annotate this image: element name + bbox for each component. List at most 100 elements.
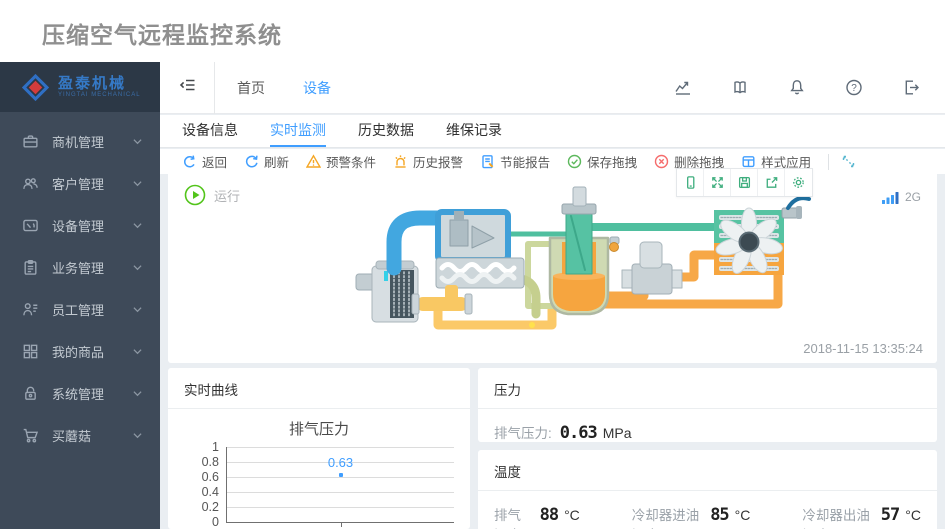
briefcase-icon	[22, 133, 39, 150]
svg-text:?: ?	[851, 83, 857, 94]
save-drag-button[interactable]: 保存拖拽	[567, 152, 637, 171]
divider	[828, 153, 830, 170]
tabs-bar: 设备信息 实时监测 历史数据 维保记录	[160, 115, 945, 148]
lock-icon	[22, 385, 39, 402]
x-circle-icon	[654, 154, 669, 169]
diagram-panel: 运行 2G 2018-11-15 13:35:24	[168, 170, 937, 363]
metric-exhaust-pressure: 排气压力: 0.63 MPa	[494, 423, 632, 443]
temperature-panel-title: 温度	[478, 450, 937, 491]
metric-cooler-oil-outlet-temperature: 冷却器出油温度: 57 °C	[802, 505, 921, 529]
sidebar-item-buy-mushroom[interactable]: 买蘑菇	[0, 414, 160, 456]
sidebar-menu: 商机管理 客户管理 设备管理 业务管理 员工管理 我的商品 系统管理 买蘑菇	[0, 112, 160, 456]
book-icon[interactable]	[730, 78, 750, 97]
sidebar-collapse-icon[interactable]	[178, 76, 198, 99]
tab-history-data[interactable]: 历史数据	[358, 115, 414, 147]
save-icon[interactable]	[731, 169, 758, 196]
export-icon[interactable]	[758, 169, 785, 196]
sidebar: 盈泰机械 YINGTAI MECHANICAL 商机管理 客户管理 设备管理 业…	[0, 62, 160, 529]
warning-triangle-icon	[306, 154, 322, 168]
run-status: 运行	[184, 184, 240, 206]
chart-point-label: 0.63	[327, 454, 354, 470]
exhaust-temperature-value: 88	[539, 505, 560, 525]
refresh-button[interactable]: 刷新	[244, 152, 289, 171]
signal-label: 2G	[904, 190, 921, 204]
refresh-icon	[245, 155, 258, 168]
chevron-down-icon	[133, 222, 142, 229]
app-root: 压缩空气远程监控系统 盈泰机械 YINGTAI MECHANICAL 商机管理	[0, 0, 945, 529]
breadcrumb-device[interactable]: 设备	[303, 78, 331, 98]
fullscreen-icon[interactable]	[704, 169, 731, 196]
warning-condition-button[interactable]: 预警条件	[306, 152, 376, 171]
energy-report-button[interactable]: 节能报告	[480, 152, 550, 171]
exhaust-pressure-value: 0.63	[559, 423, 598, 443]
chart-point	[338, 472, 343, 477]
sidebar-item-my-products[interactable]: 我的商品	[0, 330, 160, 372]
divider	[214, 61, 215, 114]
chevron-down-icon	[133, 264, 142, 271]
signal-indicator: 2G	[881, 190, 921, 204]
logo-name: 盈泰机械	[58, 74, 127, 92]
pressure-panel-title: 压力	[478, 368, 937, 409]
chevron-down-icon	[133, 348, 142, 355]
sidebar-item-employees[interactable]: 员工管理	[0, 288, 160, 330]
help-icon[interactable]: ?	[844, 78, 864, 97]
grid-icon	[22, 343, 39, 360]
check-circle-icon	[567, 154, 582, 169]
report-icon	[482, 155, 494, 169]
metric-cooler-oil-inlet-temperature: 冷却器进油温度: 85 °C	[631, 505, 751, 529]
sidebar-item-customers[interactable]: 客户管理	[0, 162, 160, 204]
alarm-siren-icon	[395, 155, 406, 168]
cooler-oil-outlet-value: 57	[880, 505, 901, 525]
cart-icon	[22, 427, 39, 444]
chart-title: 排气压力	[288, 421, 349, 438]
undo-icon	[184, 155, 195, 168]
tab-device-info[interactable]: 设备信息	[182, 115, 238, 147]
compressor-diagram[interactable]	[326, 182, 826, 352]
diagram-mini-toolbar	[676, 168, 813, 197]
logo[interactable]: 盈泰机械 YINGTAI MECHANICAL	[0, 62, 160, 112]
page-title: 压缩空气远程监控系统	[42, 22, 282, 48]
main-area: 首页 设备 ? 设备信息 实时监测 历史数据 维保记录 返回 刷新 预警条件 历…	[160, 61, 945, 529]
realtime-curve-panel: 实时曲线 排气压力 1 0.8 0.6 0.4 0.2 0 0.63	[168, 368, 470, 529]
diagram-timestamp: 2018-11-15 13:35:24	[803, 341, 923, 356]
logo-subtitle: YINGTAI MECHANICAL	[58, 91, 141, 98]
page-header: 压缩空气远程监控系统	[0, 0, 945, 62]
trend-chart-icon[interactable]	[673, 78, 693, 97]
tab-maintenance-records[interactable]: 维保记录	[446, 115, 502, 147]
signal-bars-icon	[881, 192, 899, 204]
gauge-icon	[22, 217, 39, 234]
history-alarm-button[interactable]: 历史报警	[393, 152, 463, 171]
window-style-icon	[742, 156, 755, 168]
sidebar-item-business-opportunity[interactable]: 商机管理	[0, 120, 160, 162]
bell-icon[interactable]	[787, 78, 807, 97]
mobile-view-icon[interactable]	[677, 169, 704, 196]
sidebar-item-devices[interactable]: 设备管理	[0, 204, 160, 246]
chevron-down-icon	[133, 138, 142, 145]
employee-icon	[22, 301, 39, 318]
breadcrumb-home[interactable]: 首页	[237, 78, 265, 98]
chevron-down-icon	[133, 180, 142, 187]
users-icon	[22, 175, 39, 192]
settings-gear-icon[interactable]	[785, 169, 812, 196]
x-axis-tick	[340, 523, 342, 527]
cooler-oil-inlet-value: 85	[710, 505, 730, 525]
chevron-down-icon	[133, 432, 142, 439]
fullscreen-expand-icon[interactable]	[841, 154, 856, 169]
clipboard-icon	[22, 259, 39, 276]
sidebar-item-system[interactable]: 系统管理	[0, 372, 160, 414]
topnav: 首页 设备 ?	[160, 61, 945, 114]
temperature-panel: 温度 排气温度: 88 °C 冷却器进油温度: 85 °C 冷却器出油温度: 5…	[478, 450, 937, 529]
curve-panel-title: 实时曲线	[168, 368, 470, 409]
pressure-panel: 压力 排气压力: 0.63 MPa	[478, 368, 937, 443]
chevron-down-icon	[133, 390, 142, 397]
metric-exhaust-temperature: 排气温度: 88 °C	[494, 505, 580, 529]
tab-realtime-monitor[interactable]: 实时监测	[270, 115, 326, 147]
logo-diamond-icon	[22, 73, 49, 101]
chevron-down-icon	[133, 306, 142, 313]
back-button[interactable]: 返回	[182, 152, 227, 171]
play-circle-icon	[184, 184, 206, 206]
sidebar-item-operations[interactable]: 业务管理	[0, 246, 160, 288]
chart-plot-area: 1 0.8 0.6 0.4 0.2 0 0.63	[202, 440, 454, 529]
logout-icon[interactable]	[901, 78, 921, 97]
run-status-label: 运行	[214, 188, 241, 204]
